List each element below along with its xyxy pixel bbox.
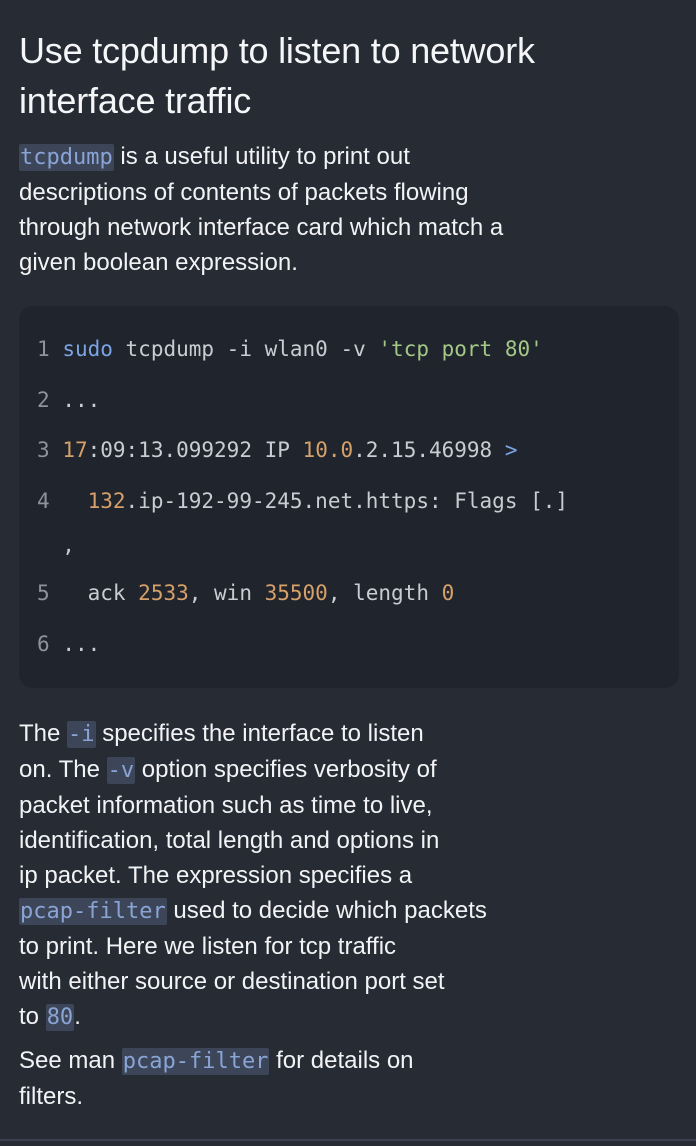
divider	[0, 1139, 696, 1141]
explanation-line-3: packet information such as time to live,	[19, 792, 433, 819]
intro-paragraph: tcpdump is a useful utility to print out…	[19, 139, 503, 280]
code-text: :09:13.099292 IP	[87, 438, 303, 462]
explanation-text: .	[74, 1003, 81, 1030]
page-title: Use tcpdump to listen to network interfa…	[19, 26, 659, 126]
code-line-5: 5 ack 2533, win 35500, length 0	[37, 579, 454, 607]
explanation-text: on. The	[19, 756, 107, 783]
code-operator: >	[504, 438, 518, 462]
code-text: .ip-192-99-245.net.https: Flags [.]	[125, 489, 569, 513]
see-man-paragraph: See man pcap-filter for details on filte…	[19, 1043, 414, 1114]
explanation-text: used to decide which packets	[166, 897, 487, 924]
code-text: .2.15.46998	[353, 438, 505, 462]
code-number: 17	[62, 438, 88, 462]
code-number: 2533	[138, 581, 189, 605]
code-number: 10.0	[302, 438, 354, 462]
code-line-4: 4 132.ip-192-99-245.net.https: Flags [.]	[37, 487, 568, 515]
title-line-2: interface traffic	[19, 80, 252, 121]
explanation-line-4: identification, total length and options…	[19, 827, 440, 854]
see-man-line-2: filters.	[19, 1083, 84, 1110]
line-number: 3	[37, 438, 50, 462]
explanation-text: option specifies verbosity of	[135, 756, 437, 783]
explanation-line-5: ip packet. The expression specifies a	[19, 862, 413, 889]
code-command: tcpdump -i wlan0 -v	[112, 337, 379, 361]
code-text: ack	[87, 581, 139, 605]
code-line-1: 1 sudo tcpdump -i wlan0 -v 'tcp port 80'	[37, 335, 543, 363]
code-line-6: 6 ...	[37, 630, 100, 658]
code-text: ...	[62, 388, 101, 412]
intro-line-2: descriptions of contents of packets flow…	[19, 179, 469, 206]
explanation-line-8: with either source or destination port s…	[19, 968, 445, 995]
code-line-3: 3 17:09:13.099292 IP 10.0.2.15.46998 >	[37, 436, 518, 464]
see-man-text: See man	[19, 1047, 122, 1074]
code-text: , length	[327, 581, 442, 605]
explanation-line-7: to print. Here we listen for tcp traffic	[19, 933, 397, 960]
intro-line-3: through network interface card which mat…	[19, 214, 504, 241]
explanation-text: to	[19, 1003, 46, 1030]
code-text: ,	[62, 533, 75, 557]
line-number: 5	[37, 581, 50, 605]
line-number: 2	[37, 388, 50, 412]
code-number: 35500	[264, 581, 328, 605]
intro-line-1: is a useful utility to print out	[113, 143, 410, 170]
explanation-text: The	[19, 720, 68, 747]
line-number: 4	[37, 489, 50, 513]
explanation-text: specifies the interface to listen	[95, 720, 424, 747]
title-line-1: Use tcpdump to listen to network	[19, 30, 535, 71]
code-block: 1 sudo tcpdump -i wlan0 -v 'tcp port 80'…	[19, 306, 679, 688]
code-number: 132	[87, 489, 126, 513]
explanation-paragraph: The -i specifies the interface to listen…	[19, 716, 487, 1035]
code-text: , win	[188, 581, 265, 605]
intro-line-4: given boolean expression.	[19, 249, 298, 276]
inline-code-i: -i	[67, 721, 96, 748]
inline-code-tcpdump: tcpdump	[19, 144, 114, 171]
code-string: 'tcp port 80'	[378, 337, 543, 361]
inline-code-pcap-filter-ref: pcap-filter	[121, 1048, 270, 1075]
see-man-text: for details on	[269, 1047, 414, 1074]
inline-code-v: -v	[106, 757, 136, 784]
code-text: ...	[62, 632, 101, 656]
code-keyword-sudo: sudo	[62, 337, 113, 361]
code-line-2: 2 ...	[37, 386, 100, 414]
line-number: 6	[37, 632, 50, 656]
article-page: Use tcpdump to listen to network interfa…	[0, 0, 696, 1146]
line-number: 1	[37, 337, 50, 361]
inline-code-pcap-filter: pcap-filter	[19, 898, 167, 925]
code-number: 0	[441, 581, 455, 605]
inline-code-80: 80	[45, 1004, 75, 1031]
code-line-4-wrap: ,	[37, 531, 75, 559]
